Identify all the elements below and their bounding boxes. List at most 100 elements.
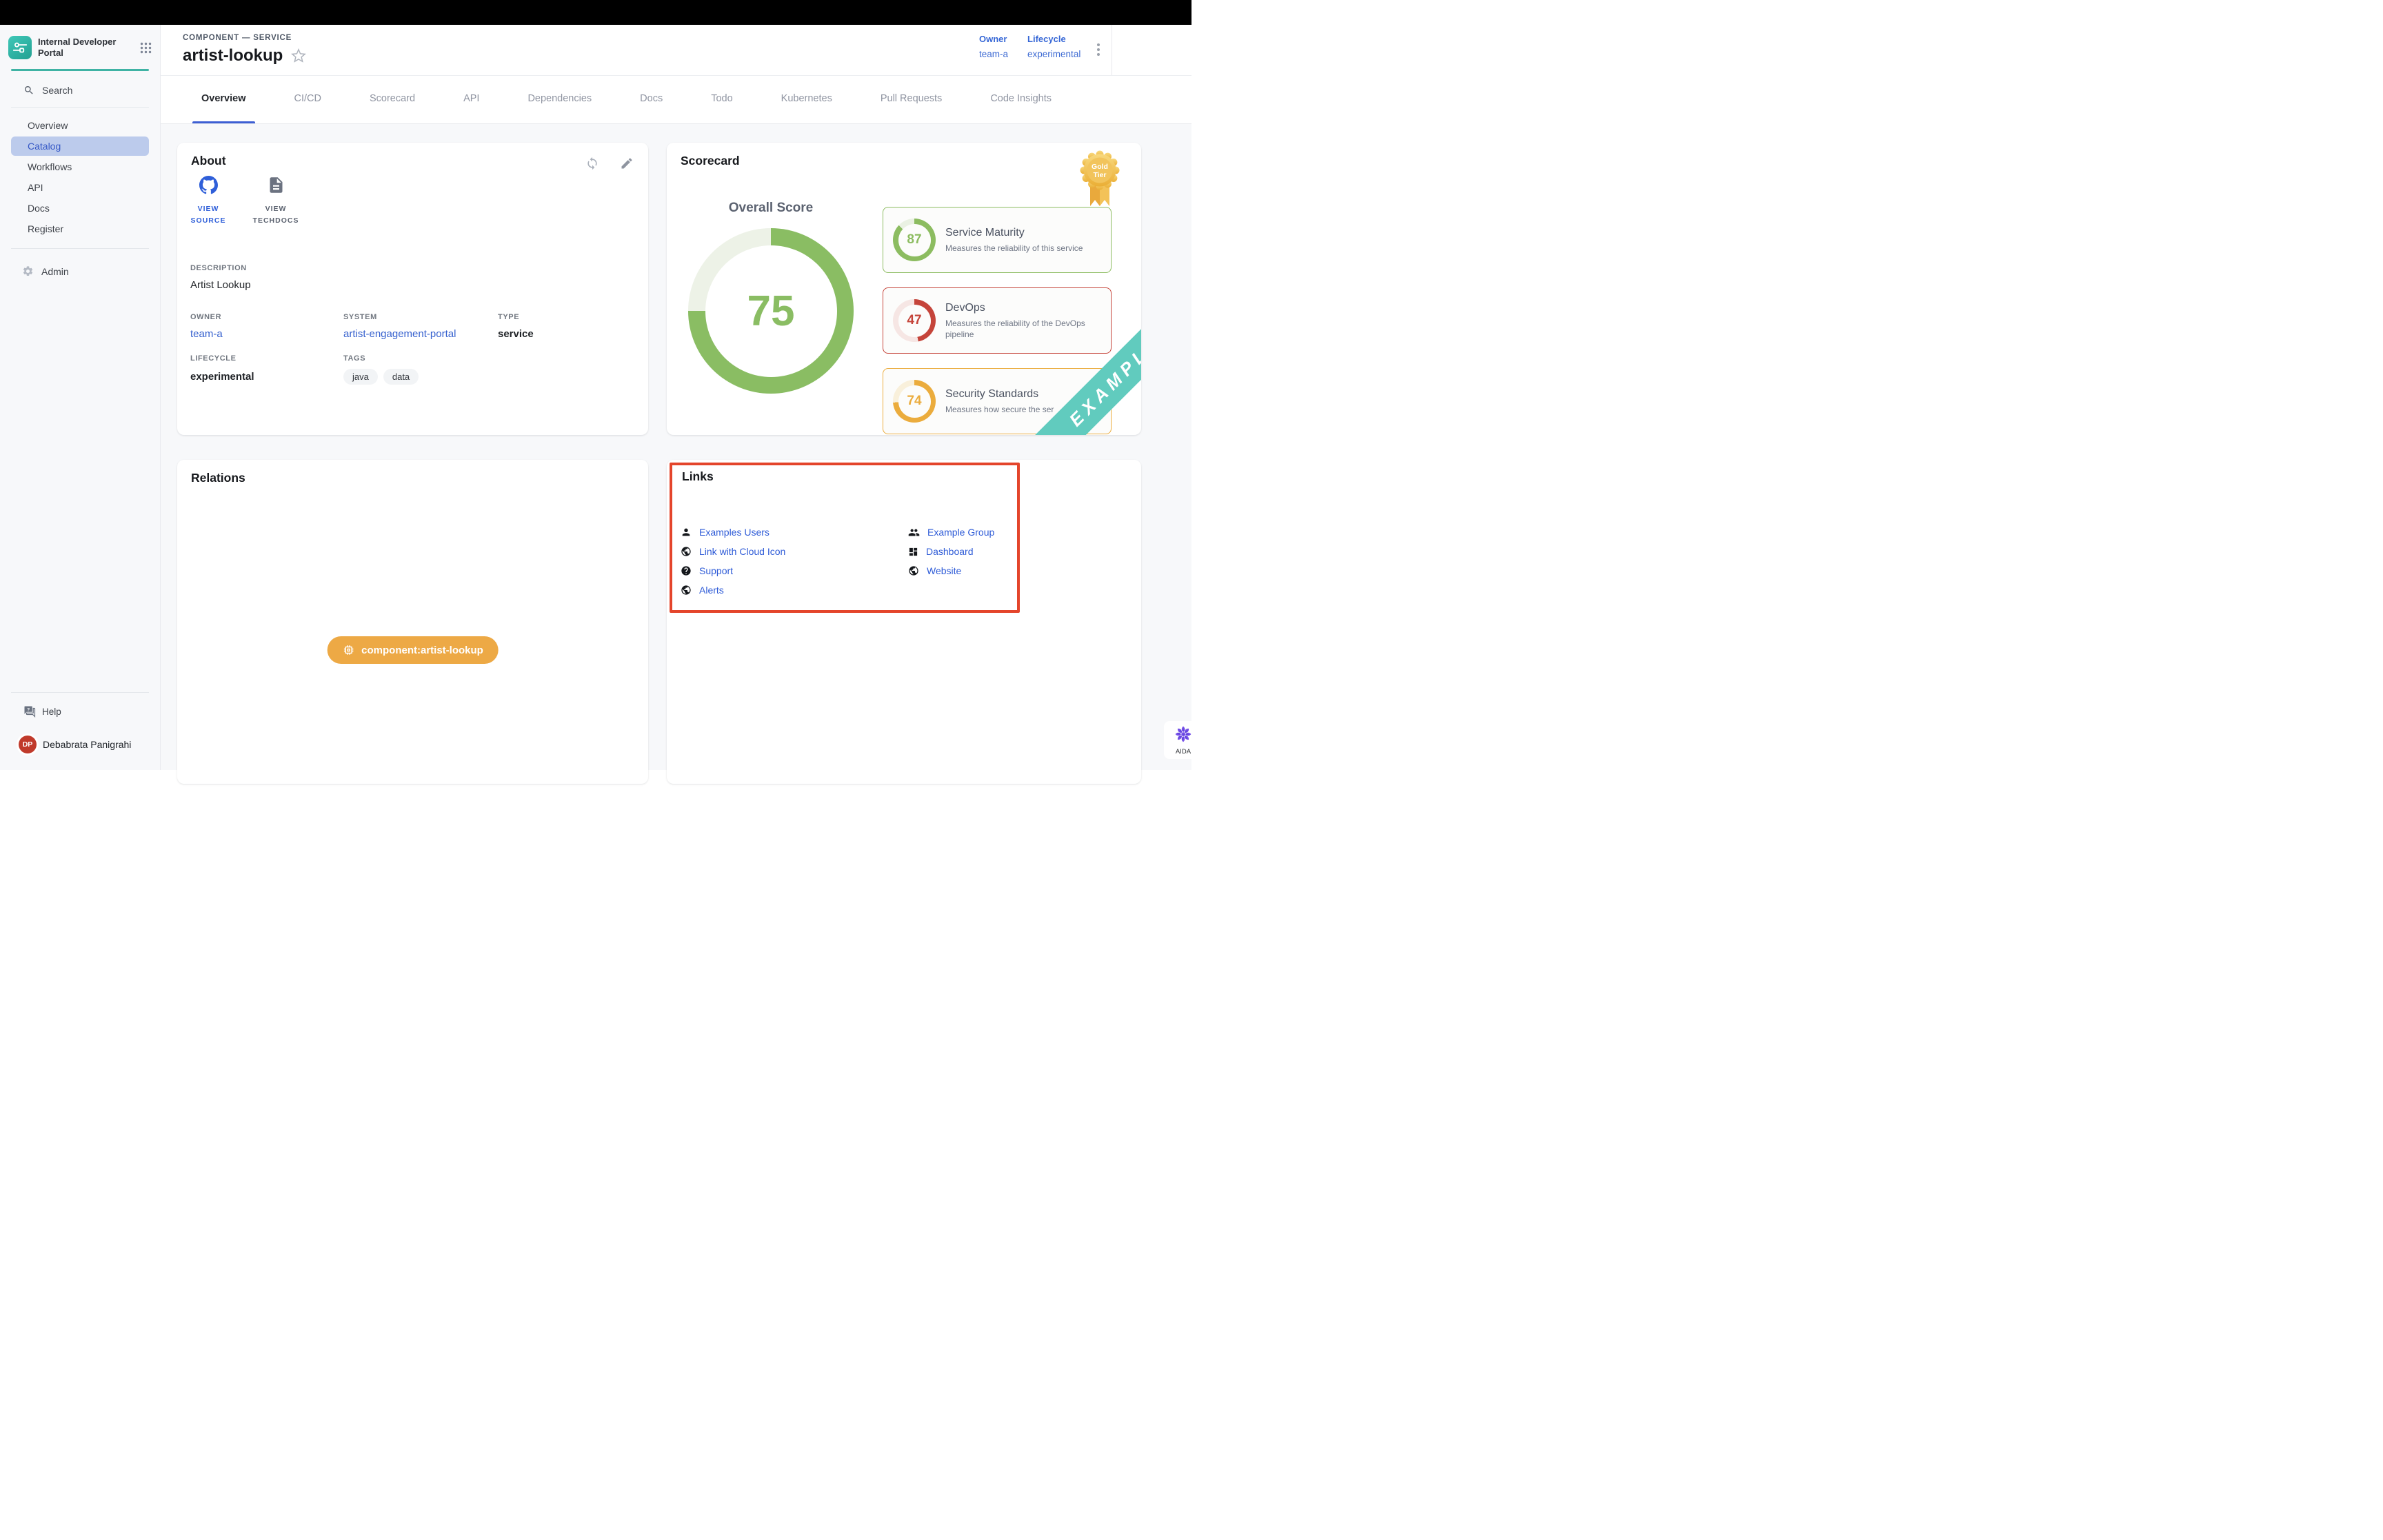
aida-label: AIDA [1165,748,1201,756]
dashboard-icon [908,547,918,557]
score-item-desc: Measures how secure the ser [945,404,1054,415]
lifecycle-meta: Lifecycle experimental [1027,34,1080,59]
link-label[interactable]: Dashboard [926,546,974,557]
help-label: Help [42,707,61,717]
score-item-title: Service Maturity [945,227,1083,239]
tab-pull-requests[interactable]: Pull Requests [856,76,966,123]
help-button[interactable]: ? Help [0,696,160,720]
score-item-service-maturity[interactable]: 87 Service Maturity Measures the reliabi… [883,207,1112,273]
link-dashboard[interactable]: Dashboard [908,542,994,561]
sidebar-item-docs[interactable]: Docs [11,199,149,218]
kebab-menu-icon[interactable] [1092,41,1105,61]
description-label: DESCRIPTION [190,264,247,272]
tab-cicd[interactable]: CI/CD [270,76,345,123]
type-field-label: TYPE [498,313,519,321]
sidebar-item-overview[interactable]: Overview [11,116,149,135]
security-standards-gauge: 74 [893,380,936,423]
divider [11,248,149,249]
tab-docs[interactable]: Docs [616,76,687,123]
sidebar-item-admin[interactable]: Admin [0,260,160,283]
main-area: COMPONENT — SERVICE artist-lookup Owner … [161,25,1192,770]
link-label[interactable]: Support [699,565,733,576]
link-example-group[interactable]: Example Group [908,523,994,542]
svg-text:Gold: Gold [1092,163,1108,171]
tab-kubernetes[interactable]: Kubernetes [757,76,856,123]
tab-code-insights[interactable]: Code Insights [966,76,1076,123]
links-card: Links Examples Users Link with Cloud Ico… [667,460,1141,784]
group-icon [908,527,920,538]
link-label[interactable]: Website [927,565,961,576]
link-label[interactable]: Example Group [927,527,994,538]
tab-dependencies[interactable]: Dependencies [503,76,616,123]
view-techdocs-label: VIEW TECHDOCS [247,203,305,227]
lifecycle-field-value: experimental [190,371,254,383]
score-item-desc: Measures the reliability of this service [945,243,1083,254]
tab-api[interactable]: API [439,76,503,123]
about-card: About VIEW [177,143,648,435]
gear-icon [22,265,34,277]
link-support[interactable]: Support [681,561,785,580]
owner-label: Owner [979,34,1008,44]
devops-score: 47 [907,313,921,328]
link-label[interactable]: Alerts [699,585,724,596]
edit-icon[interactable] [620,156,634,170]
user-icon [681,527,692,538]
user-menu[interactable]: DP Debabrata Panigrahi [0,720,160,770]
system-field-label: SYSTEM [343,313,377,321]
view-source-link[interactable]: VIEW SOURCE [179,176,237,227]
relations-title: Relations [191,471,245,485]
score-item-devops[interactable]: 47 DevOps Measures the reliability of th… [883,287,1112,354]
search-label: Search [42,85,72,96]
app-grid-icon[interactable] [140,42,152,54]
aida-flower-icon [1174,725,1192,743]
view-source-label: VIEW SOURCE [179,203,237,227]
help-chat-icon: ? [23,705,36,718]
view-techdocs-link[interactable]: VIEW TECHDOCS [247,176,305,227]
sidebar-item-api[interactable]: API [11,178,149,197]
overview-content: About VIEW [161,124,1192,770]
sidebar-item-workflows[interactable]: Workflows [11,157,149,176]
tab-todo[interactable]: Todo [687,76,756,123]
link-cloud[interactable]: Link with Cloud Icon [681,542,785,561]
tag-chip[interactable]: java [343,369,378,385]
sidebar: Internal Developer Portal Search Overvie… [0,25,161,770]
link-website[interactable]: Website [908,561,994,580]
owner-meta[interactable]: Owner team-a [979,34,1008,59]
internal-developer-portal-app: Internal Developer Portal Search Overvie… [0,0,1192,770]
admin-label: Admin [41,266,69,277]
system-field-value[interactable]: artist-engagement-portal [343,328,456,340]
scorecard-card: Scorecard [667,143,1141,435]
brand-title: Internal Developer Portal [38,37,134,59]
relations-card: Relations component:artist-lookup [177,460,648,784]
globe-icon [681,585,692,596]
favorite-star-icon[interactable] [291,48,306,63]
description-value: Artist Lookup [190,279,251,291]
owner-value[interactable]: team-a [979,49,1008,59]
link-label[interactable]: Link with Cloud Icon [699,546,785,557]
link-examples-users[interactable]: Examples Users [681,523,785,542]
entity-header: COMPONENT — SERVICE artist-lookup Owner … [161,25,1192,76]
user-avatar: DP [19,736,37,753]
tab-overview[interactable]: Overview [177,76,270,123]
relation-node-component-artist-lookup[interactable]: component:artist-lookup [327,636,499,664]
tag-chip[interactable]: data [383,369,419,385]
brand: Internal Developer Portal [0,25,160,68]
service-maturity-gauge: 87 [893,219,936,261]
owner-field-label: OWNER [190,313,221,321]
relation-node-label: component:artist-lookup [361,645,483,656]
owner-field-value[interactable]: team-a [190,328,223,340]
aida-widget[interactable]: AIDA [1164,721,1203,759]
link-alerts[interactable]: Alerts [681,580,785,600]
link-label[interactable]: Examples Users [699,527,770,538]
score-item-desc: Measures the reliability of the DevOps p… [945,318,1097,340]
sidebar-search[interactable]: Search [0,71,160,104]
lifecycle-field-label: LIFECYCLE [190,354,237,363]
sidebar-item-register[interactable]: Register [11,219,149,239]
svg-text:?: ? [27,707,30,712]
links-title: Links [682,469,714,484]
tab-scorecard[interactable]: Scorecard [345,76,439,123]
divider [11,692,149,693]
sidebar-item-catalog[interactable]: Catalog [11,136,149,156]
refresh-icon[interactable] [585,156,599,170]
lifecycle-label: Lifecycle [1027,34,1080,44]
